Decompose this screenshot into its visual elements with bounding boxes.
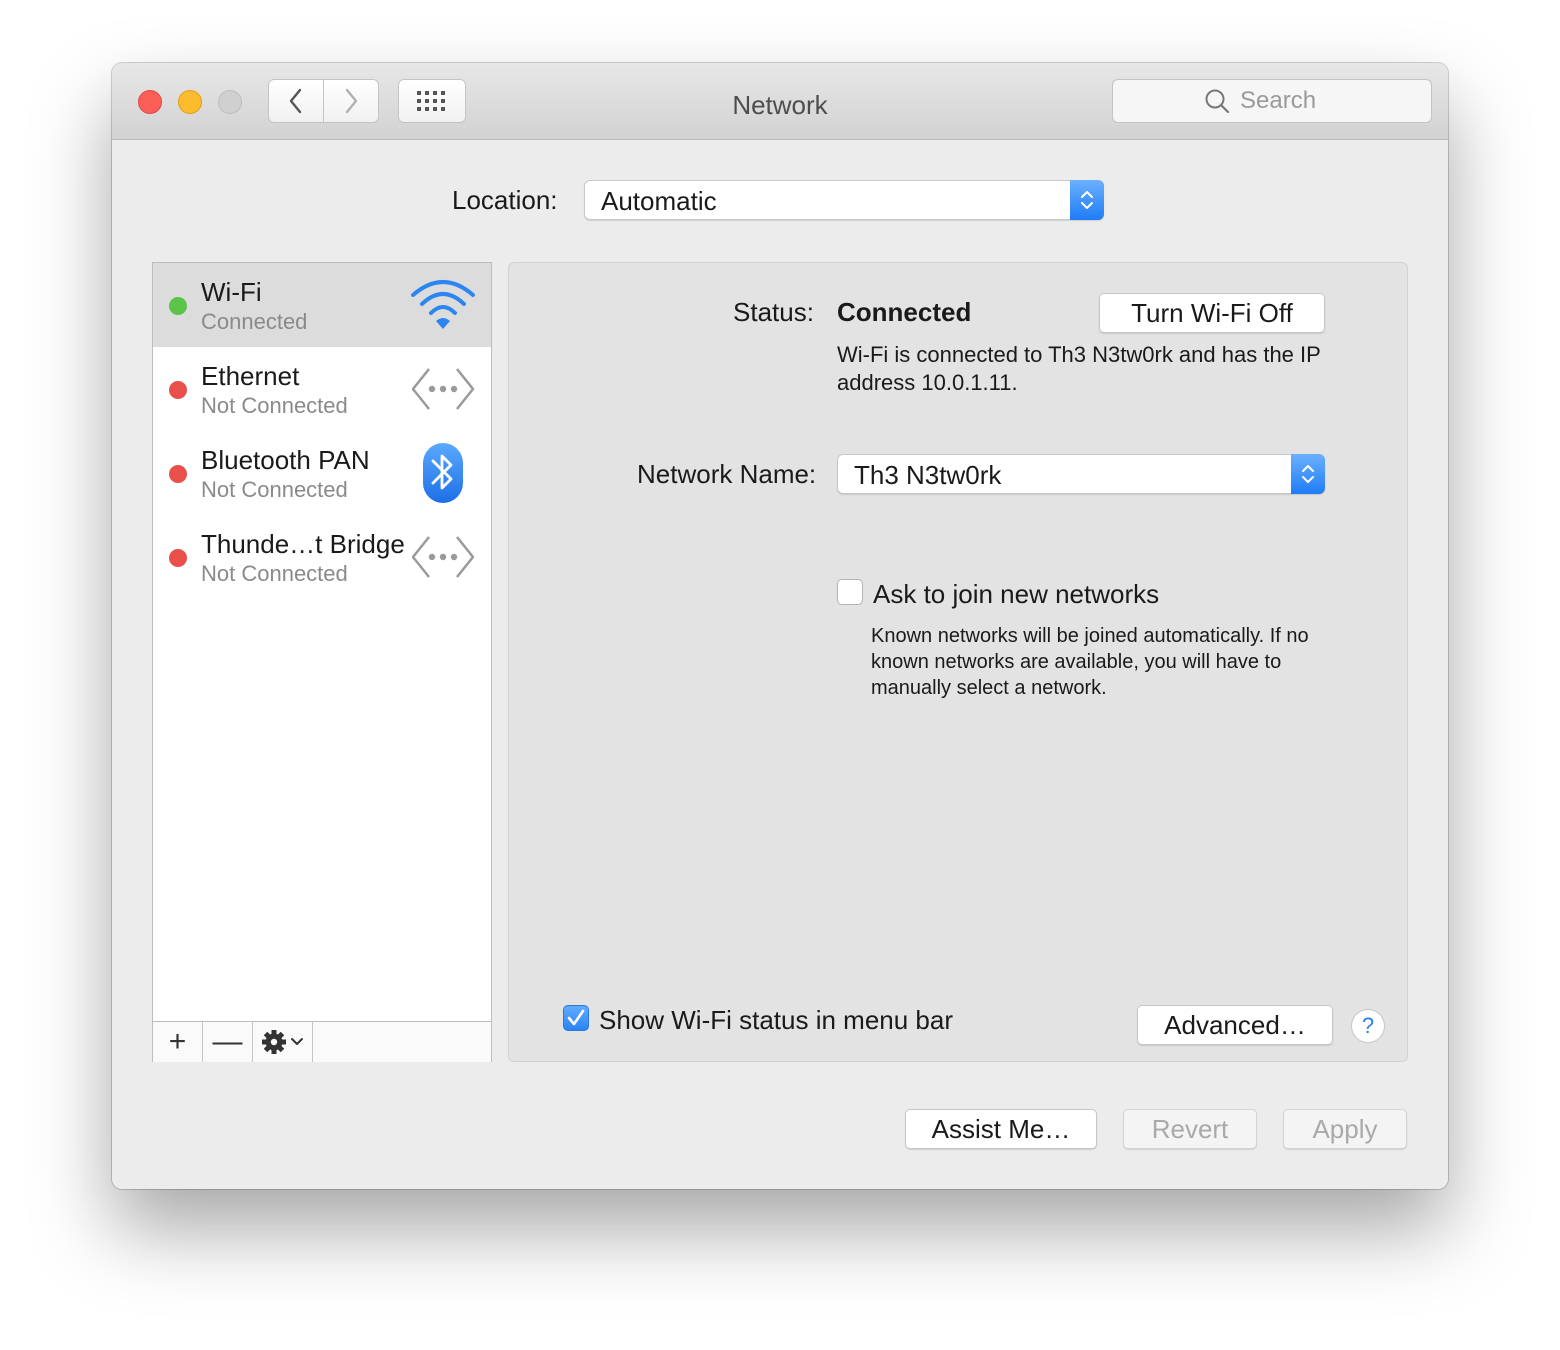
popup-stepper-icon bbox=[1070, 180, 1104, 220]
chevron-down-icon bbox=[290, 1038, 303, 1045]
search-input[interactable] bbox=[1240, 87, 1340, 115]
service-name: Ethernet bbox=[201, 361, 300, 391]
location-value: Automatic bbox=[601, 186, 717, 216]
close-button[interactable] bbox=[138, 90, 162, 114]
apply-button[interactable]: Apply bbox=[1283, 1109, 1407, 1149]
status-dot bbox=[169, 465, 187, 483]
service-status: Not Connected bbox=[201, 477, 348, 502]
service-status: Not Connected bbox=[201, 561, 348, 586]
status-dot bbox=[169, 381, 187, 399]
add-service-button[interactable]: + bbox=[153, 1022, 203, 1062]
service-item-thunderbolt-bridge[interactable]: Thunde…t Bridge Not Connected bbox=[153, 515, 491, 599]
network-name-value: Th3 N3tw0rk bbox=[854, 460, 1002, 490]
wifi-icon bbox=[411, 280, 475, 329]
back-button[interactable] bbox=[268, 79, 324, 123]
search-field[interactable] bbox=[1112, 79, 1432, 123]
assist-me-button[interactable]: Assist Me… bbox=[905, 1109, 1097, 1149]
service-name: Thunde…t Bridge bbox=[201, 529, 405, 559]
network-name-label: Network Name: bbox=[637, 459, 817, 489]
service-name: Wi-Fi bbox=[201, 277, 262, 307]
location-label: Location: bbox=[452, 185, 558, 215]
forward-button[interactable] bbox=[323, 79, 379, 123]
service-name: Bluetooth PAN bbox=[201, 445, 370, 475]
service-list-toolbar: + — bbox=[153, 1021, 491, 1062]
title-bar: Network bbox=[112, 63, 1448, 140]
service-list: Wi-Fi Connected Ethernet Not Connected B… bbox=[152, 262, 492, 1062]
service-item-ethernet[interactable]: Ethernet Not Connected bbox=[153, 347, 491, 431]
bluetooth-icon bbox=[423, 443, 463, 503]
help-button[interactable]: ? bbox=[1351, 1009, 1385, 1043]
service-item-wifi[interactable]: Wi-Fi Connected bbox=[153, 263, 491, 347]
status-dot bbox=[169, 297, 187, 315]
revert-button[interactable]: Revert bbox=[1123, 1109, 1257, 1149]
chevron-left-icon bbox=[289, 88, 302, 114]
ask-to-join-label[interactable]: Ask to join new networks bbox=[873, 579, 1159, 610]
remove-service-button[interactable]: — bbox=[203, 1022, 253, 1062]
ask-to-join-checkbox[interactable] bbox=[837, 579, 863, 605]
search-icon bbox=[1205, 89, 1230, 114]
show-all-button[interactable] bbox=[398, 79, 466, 123]
zoom-button[interactable] bbox=[218, 90, 242, 114]
service-status: Connected bbox=[201, 309, 308, 334]
ethernet-icon bbox=[411, 536, 475, 578]
detail-panel: Status: Connected Turn Wi-Fi Off Wi-Fi i… bbox=[508, 262, 1408, 1062]
status-value: Connected bbox=[837, 297, 972, 327]
show-wifi-status-label[interactable]: Show Wi-Fi status in menu bar bbox=[599, 1005, 953, 1036]
network-preferences-window: Network Search Location: Automatic Wi-Fi… bbox=[112, 63, 1448, 1189]
location-popup[interactable]: Automatic bbox=[584, 180, 1104, 220]
ask-to-join-description: Known networks will be joined automatica… bbox=[871, 625, 1309, 699]
network-name-popup[interactable]: Th3 N3tw0rk bbox=[837, 454, 1325, 494]
popup-stepper-icon bbox=[1291, 454, 1325, 494]
status-label: Status: bbox=[733, 297, 814, 327]
action-menu-button[interactable] bbox=[253, 1022, 313, 1062]
chevron-right-icon bbox=[345, 88, 358, 114]
grid-icon bbox=[417, 91, 445, 111]
service-status: Not Connected bbox=[201, 393, 348, 418]
checkmark-icon bbox=[567, 1009, 585, 1026]
service-item-bluetooth-pan[interactable]: Bluetooth PAN Not Connected bbox=[153, 431, 491, 515]
turn-wifi-off-button[interactable]: Turn Wi-Fi Off bbox=[1099, 293, 1325, 333]
status-description: Wi-Fi is connected to Th3 N3tw0rk and ha… bbox=[837, 342, 1321, 395]
advanced-button[interactable]: Advanced… bbox=[1137, 1005, 1333, 1045]
gear-icon bbox=[261, 1030, 303, 1054]
status-dot bbox=[169, 549, 187, 567]
show-wifi-status-checkbox[interactable] bbox=[563, 1005, 589, 1031]
minimize-button[interactable] bbox=[178, 90, 202, 114]
ethernet-icon bbox=[411, 368, 475, 410]
